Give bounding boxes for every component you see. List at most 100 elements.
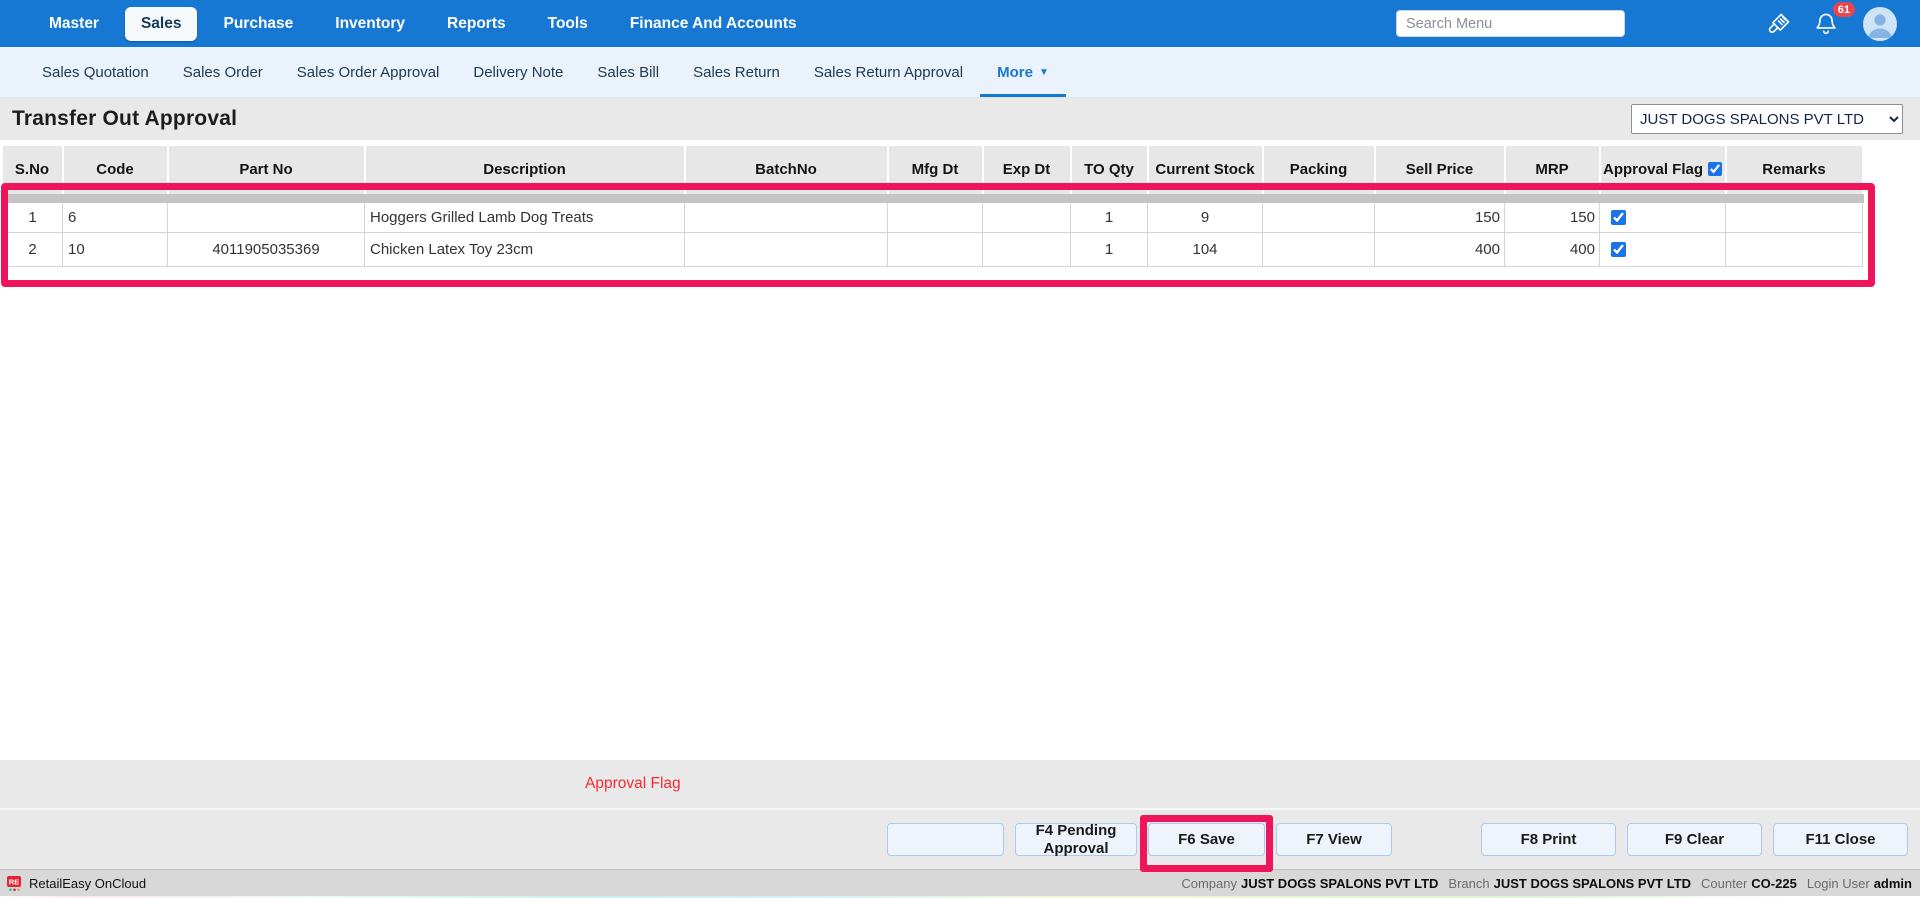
cell-current-stock: 9 — [1148, 198, 1263, 232]
cell-s-no: 2 — [3, 232, 63, 266]
approval-flag-label: Approval Flag — [585, 775, 681, 793]
approval-flag-checkbox[interactable] — [1611, 242, 1626, 257]
app-name: RetailEasy OnCloud — [29, 876, 146, 891]
counter-label: Counter — [1701, 876, 1747, 891]
search-wrap — [1396, 10, 1625, 37]
sales-sub-nav: Sales QuotationSales OrderSales Order Ap… — [0, 47, 1920, 98]
sub-nav-sales-return[interactable]: Sales Return — [676, 47, 797, 97]
cell-packing — [1263, 198, 1375, 232]
sub-nav-more[interactable]: More▼ — [980, 47, 1066, 97]
cell-to-qty: 1 — [1071, 198, 1148, 232]
f7-view-button[interactable]: F7 View — [1276, 823, 1392, 856]
cell-remarks — [1726, 198, 1863, 232]
f11-close-button[interactable]: F11 Close — [1773, 823, 1908, 856]
status-bar: RE RetailEasy OnCloud Company JUST DOGS … — [0, 869, 1920, 896]
blank-button[interactable] — [887, 823, 1004, 856]
main-content: S.NoCodePart NoDescriptionBatchNoMfg DtE… — [0, 146, 1920, 760]
table-body: 16Hoggers Grilled Lamb Dog Treats1915015… — [3, 198, 1863, 266]
col-header-batchno: BatchNo — [685, 146, 888, 198]
top-nav-tools[interactable]: Tools — [527, 7, 609, 41]
f6-save-button[interactable]: F6 Save — [1148, 823, 1265, 856]
cell-approval-flag — [1600, 198, 1726, 232]
col-header-code: Code — [63, 146, 168, 198]
action-buttons: F4 Pending Approval F6 Save F7 View F8 Prin… — [0, 808, 1920, 869]
cell-batchno — [685, 232, 888, 266]
top-nav-inventory[interactable]: Inventory — [314, 7, 426, 41]
cell-to-qty: 1 — [1071, 232, 1148, 266]
transfer-out-grid: S.NoCodePart NoDescriptionBatchNoMfg DtE… — [2, 146, 1864, 267]
col-header-to-qty: TO Qty — [1071, 146, 1148, 198]
approval-flag-checkbox[interactable] — [1611, 210, 1626, 225]
cell-batchno — [685, 198, 888, 232]
f9-clear-button[interactable]: F9 Clear — [1627, 823, 1762, 856]
login-user-label: Login User — [1807, 876, 1870, 891]
cell-exp-dt — [983, 198, 1071, 232]
cell-code: 10 — [63, 232, 168, 266]
company-label: Company — [1181, 876, 1237, 891]
retaileasy-logo-icon: RE — [6, 875, 23, 892]
col-header-mfg-dt: Mfg Dt — [888, 146, 983, 198]
svg-text:RE: RE — [9, 877, 19, 886]
cell-packing — [1263, 232, 1375, 266]
top-nav-sales[interactable]: Sales — [125, 7, 198, 41]
table-header-row: S.NoCodePart NoDescriptionBatchNoMfg DtE… — [3, 146, 1863, 198]
cell-sell-price: 150 — [1375, 198, 1505, 232]
col-header-exp-dt: Exp Dt — [983, 146, 1071, 198]
approval-flag-header-checkbox[interactable] — [1708, 162, 1722, 176]
col-header-part-no: Part No — [168, 146, 365, 198]
cell-current-stock: 104 — [1148, 232, 1263, 266]
search-input[interactable] — [1396, 10, 1625, 37]
cell-exp-dt — [983, 232, 1071, 266]
top-menu-bar: MasterSalesPurchaseInventoryReportsTools… — [0, 0, 1920, 47]
col-header-approval-flag: Approval Flag — [1600, 146, 1726, 198]
sub-nav-items: Sales QuotationSales OrderSales Order Ap… — [25, 47, 1066, 97]
title-bar: Transfer Out Approval JUST DOGS SPALONS … — [0, 98, 1920, 140]
branch-value: JUST DOGS SPALONS PVT LTD — [1494, 876, 1691, 891]
notification-count-badge: 61 — [1833, 2, 1855, 17]
top-nav-reports[interactable]: Reports — [426, 7, 527, 41]
login-user-value: admin — [1874, 876, 1912, 891]
sub-nav-delivery-note[interactable]: Delivery Note — [456, 47, 580, 97]
f8-print-button[interactable]: F8 Print — [1481, 823, 1616, 856]
col-header-sell-price: Sell Price — [1375, 146, 1505, 198]
table-row: 2104011905035369Chicken Latex Toy 23cm11… — [3, 232, 1863, 266]
cell-mrp: 150 — [1505, 198, 1600, 232]
top-nav-items: MasterSalesPurchaseInventoryReportsTools… — [28, 0, 818, 47]
sub-nav-sales-bill[interactable]: Sales Bill — [580, 47, 676, 97]
cell-mrp: 400 — [1505, 232, 1600, 266]
theme-brush-icon[interactable] — [1765, 10, 1792, 37]
cell-code: 6 — [63, 198, 168, 232]
cell-description: Hoggers Grilled Lamb Dog Treats — [365, 198, 685, 232]
col-header-remarks: Remarks — [1726, 146, 1863, 198]
cell-approval-flag — [1600, 232, 1726, 266]
sub-nav-sales-order-approval[interactable]: Sales Order Approval — [280, 47, 457, 97]
col-header-description: Description — [365, 146, 685, 198]
cell-mfg-dt — [888, 198, 983, 232]
sub-nav-sales-return-approval[interactable]: Sales Return Approval — [797, 47, 980, 97]
cell-mfg-dt — [888, 232, 983, 266]
sub-nav-sales-order[interactable]: Sales Order — [166, 47, 280, 97]
counter-value: CO-225 — [1751, 876, 1797, 891]
col-header-current-stock: Current Stock — [1148, 146, 1263, 198]
branch-label: Branch — [1448, 876, 1489, 891]
cell-remarks — [1726, 232, 1863, 266]
page-title: Transfer Out Approval — [0, 107, 237, 131]
cell-part-no — [168, 198, 365, 232]
company-value: JUST DOGS SPALONS PVT LTD — [1241, 876, 1438, 891]
col-header-s-no: S.No — [3, 146, 63, 198]
col-header-mrp: MRP — [1505, 146, 1600, 198]
chevron-down-icon: ▼ — [1039, 67, 1049, 78]
col-header-packing: Packing — [1263, 146, 1375, 198]
company-select[interactable]: JUST DOGS SPALONS PVT LTD — [1631, 104, 1903, 134]
cell-sell-price: 400 — [1375, 232, 1505, 266]
f4-pending-approval-button[interactable]: F4 Pending Approval — [1015, 823, 1137, 856]
top-nav-purchase[interactable]: Purchase — [202, 7, 314, 41]
cell-description: Chicken Latex Toy 23cm — [365, 232, 685, 266]
top-nav-master[interactable]: Master — [28, 7, 120, 41]
footer-flag-row: Approval Flag — [0, 760, 1920, 808]
notifications-bell-icon[interactable]: 61 — [1812, 10, 1839, 37]
user-avatar[interactable] — [1863, 7, 1897, 41]
sub-nav-sales-quotation[interactable]: Sales Quotation — [25, 47, 166, 97]
top-nav-finance-and-accounts[interactable]: Finance And Accounts — [609, 7, 818, 41]
cell-s-no: 1 — [3, 198, 63, 232]
